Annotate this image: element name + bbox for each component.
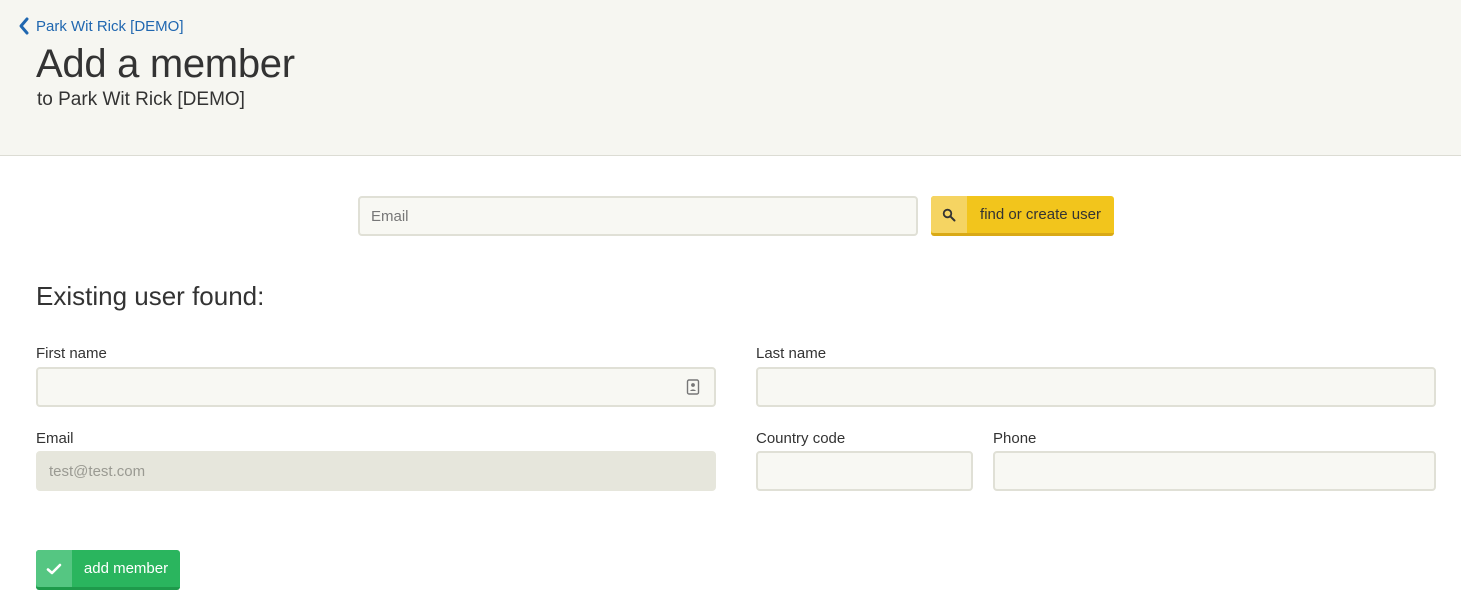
country-code-label: Country code xyxy=(756,430,846,447)
email-label: Email xyxy=(36,430,74,447)
last-name-input[interactable] xyxy=(756,367,1436,407)
checkmark-icon-box xyxy=(36,550,72,587)
email-field xyxy=(36,451,716,491)
first-name-label: First name xyxy=(36,345,107,362)
back-link[interactable]: Park Wit Rick [DEMO] xyxy=(17,16,184,36)
find-or-create-user-button[interactable]: find or create user xyxy=(931,196,1114,236)
existing-user-heading: Existing user found: xyxy=(36,281,265,311)
last-name-label: Last name xyxy=(756,345,827,362)
chevron-left-icon xyxy=(19,17,29,35)
back-link-label: Park Wit Rick [DEMO] xyxy=(36,17,184,35)
search-icon xyxy=(942,208,956,221)
first-name-input[interactable] xyxy=(36,367,716,407)
page-title: Add a member xyxy=(36,42,295,86)
add-member-button[interactable]: add member xyxy=(36,550,180,590)
phone-input[interactable] xyxy=(993,451,1436,491)
search-icon-box xyxy=(931,196,967,233)
checkmark-icon xyxy=(46,563,62,574)
contact-card-icon[interactable] xyxy=(686,379,700,395)
page-header: Park Wit Rick [DEMO] Add a member to Par… xyxy=(0,0,1461,156)
search-email-input[interactable] xyxy=(358,196,918,236)
add-member-label: add member xyxy=(83,560,169,577)
phone-label: Phone xyxy=(993,430,1037,447)
page-subtitle: to Park Wit Rick [DEMO] xyxy=(37,89,245,110)
find-or-create-user-label: find or create user xyxy=(980,206,1101,223)
country-code-input[interactable] xyxy=(756,451,973,491)
